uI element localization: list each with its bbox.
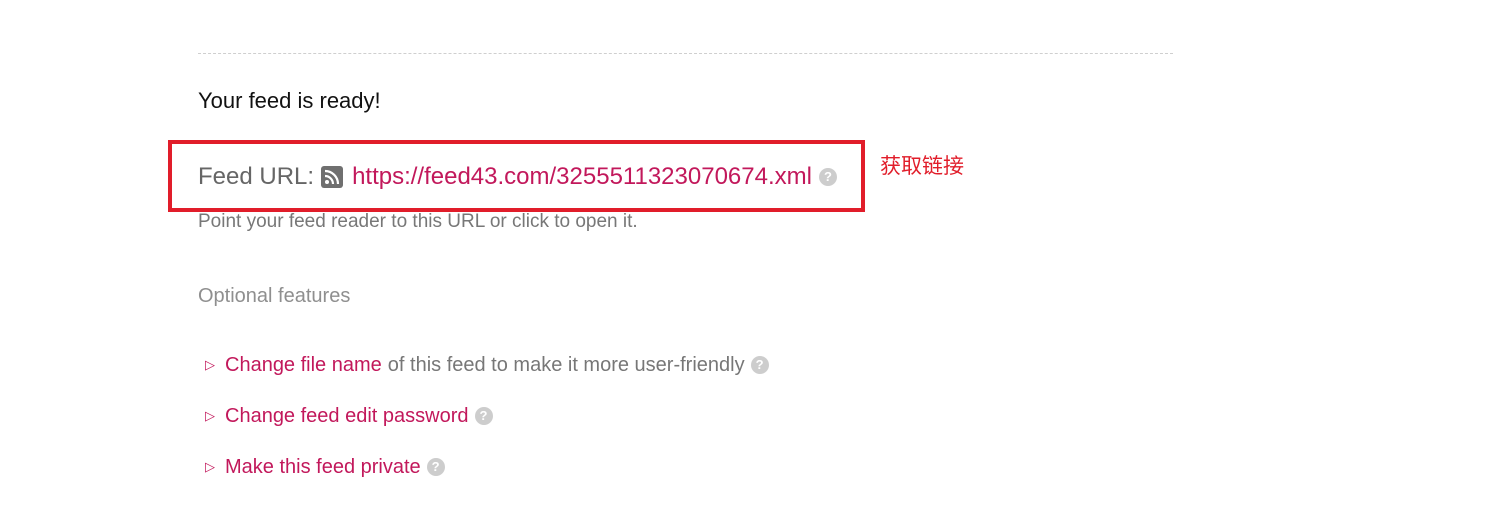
feed-url-link[interactable]: https://feed43.com/3255511323070674.xml xyxy=(352,163,812,191)
feed-url-hint: Point your feed reader to this URL or cl… xyxy=(198,211,638,232)
expand-triangle-icon[interactable]: ▷ xyxy=(205,357,215,373)
feature-change-password: ▷ Change feed edit password ? xyxy=(205,403,493,429)
help-icon[interactable]: ? xyxy=(426,458,445,476)
help-icon[interactable]: ? xyxy=(750,356,769,374)
change-feed-edit-password-link[interactable]: Change feed edit password xyxy=(225,405,469,428)
feed-ready-heading: Your feed is ready! xyxy=(198,88,381,113)
expand-triangle-icon[interactable]: ▷ xyxy=(205,408,215,424)
feature-description: of this feed to make it more user-friend… xyxy=(387,353,745,376)
feed-url-label: Feed URL: xyxy=(198,163,315,190)
feed-url-row: Feed URL: https://feed43.com/32555113230… xyxy=(198,160,837,194)
annotation-label: 获取链接 xyxy=(880,155,964,178)
feature-make-private: ▷ Make this feed private ? xyxy=(205,454,445,480)
optional-features-heading: Optional features xyxy=(198,285,351,307)
feature-change-file-name: ▷ Change file name of this feed to make … xyxy=(205,352,769,378)
help-icon[interactable]: ? xyxy=(474,407,493,425)
expand-triangle-icon[interactable]: ▷ xyxy=(205,459,215,475)
page: Your feed is ready! 获取链接 Feed URL: https… xyxy=(0,0,1491,511)
dashed-divider xyxy=(198,53,1173,54)
help-icon[interactable]: ? xyxy=(818,168,837,186)
make-feed-private-link[interactable]: Make this feed private xyxy=(225,456,421,479)
change-file-name-link[interactable]: Change file name xyxy=(225,354,382,377)
rss-icon xyxy=(321,166,344,188)
